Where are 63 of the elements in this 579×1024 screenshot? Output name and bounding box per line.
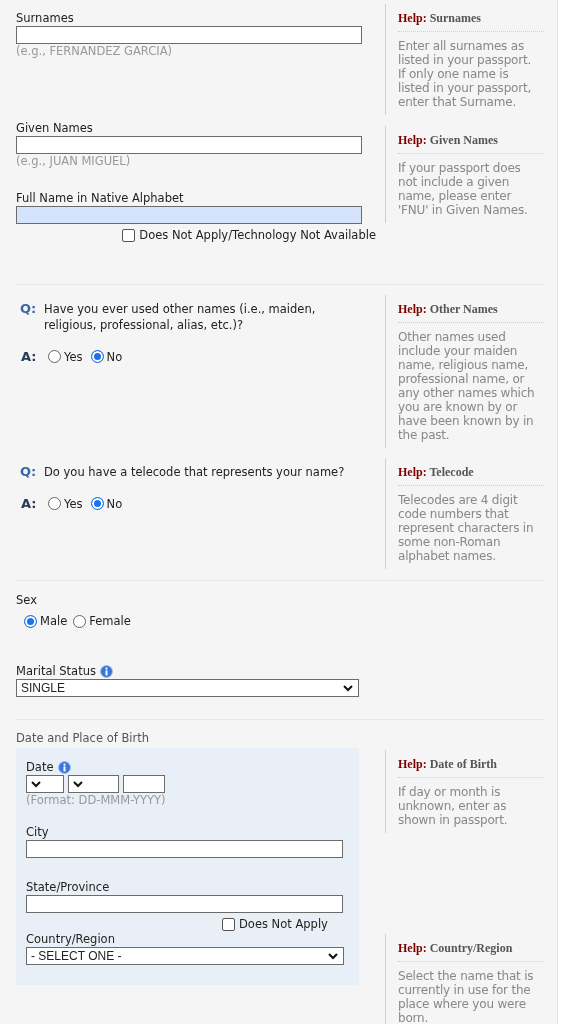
checkbox[interactable] bbox=[122, 229, 136, 242]
field-label: Country/Region bbox=[26, 932, 116, 947]
radio-label: No bbox=[106, 349, 123, 364]
radio-button[interactable] bbox=[48, 350, 61, 363]
field-label: Given Names bbox=[16, 121, 94, 136]
input-field[interactable] bbox=[123, 775, 165, 793]
question-text: Have you ever used other names (i.e., maiden, religious, professional, alias, etc.)? bbox=[44, 301, 317, 333]
input-field[interactable] bbox=[16, 26, 362, 44]
help-text: If day or month is unknown, enter as shown in passport. bbox=[398, 785, 509, 827]
hint-text: (e.g., FERNANDEZ GARCIA) bbox=[16, 44, 174, 58]
help-text: If your passport does not include a given name, please enter 'FNU' in Given Names. bbox=[398, 161, 529, 217]
field-label: Sex bbox=[16, 593, 38, 608]
help-text: Enter all surnames as listed in your passport. If only one name is listed in your passport, enter that Surname. bbox=[398, 39, 533, 109]
field-label: City bbox=[26, 825, 50, 840]
help-heading: Help: Other Names bbox=[398, 302, 544, 323]
help-text: Select the name that is currently in use for the place where you were born. bbox=[398, 969, 535, 1024]
radio-label: Yes bbox=[64, 496, 83, 511]
hint-text: (e.g., JUAN MIGUEL) bbox=[16, 154, 132, 168]
radio-label: Yes bbox=[64, 349, 83, 364]
radio-label: No bbox=[106, 496, 123, 511]
field-label: Surnames bbox=[16, 11, 75, 26]
info-icon[interactable] bbox=[99, 665, 113, 678]
question-text: Do you have a telecode that represents your name? bbox=[44, 464, 346, 480]
dropdown[interactable]: - SELECT ONE - bbox=[26, 947, 344, 965]
caret-icon bbox=[343, 684, 353, 692]
field-label: Date bbox=[26, 760, 54, 775]
radio-label: Female bbox=[89, 614, 131, 628]
dropdown[interactable] bbox=[26, 775, 64, 793]
caret-icon bbox=[328, 952, 338, 960]
field-label: Marital Status bbox=[16, 664, 96, 679]
caret-icon bbox=[31, 780, 41, 788]
radio-button[interactable] bbox=[24, 614, 37, 628]
info-icon[interactable] bbox=[57, 761, 71, 774]
caret-icon bbox=[73, 780, 83, 788]
checkbox-label: Does Not Apply/Technology Not Available bbox=[139, 228, 376, 243]
input-field[interactable] bbox=[26, 840, 343, 858]
section-heading: Date and Place of Birth bbox=[16, 731, 150, 746]
checkbox-label: Does Not Apply bbox=[239, 917, 328, 932]
dropdown[interactable]: SINGLE bbox=[16, 679, 359, 697]
help-heading: Help: Telecode bbox=[398, 465, 544, 486]
hint-text: (Format: DD-MMM-YYYY) bbox=[26, 793, 167, 807]
dropdown[interactable] bbox=[68, 775, 119, 793]
radio-button[interactable] bbox=[90, 497, 104, 510]
radio-button[interactable] bbox=[90, 350, 104, 363]
question-mark: Q: bbox=[19, 464, 38, 480]
field-label: State/Province bbox=[26, 880, 111, 895]
question-mark: Q: bbox=[19, 301, 38, 318]
input-field[interactable] bbox=[26, 895, 343, 913]
radio-label: Male bbox=[40, 614, 68, 628]
help-heading: Help: Date of Birth bbox=[398, 757, 544, 778]
input-field[interactable] bbox=[16, 206, 362, 224]
help-heading: Help: Country/Region bbox=[398, 941, 544, 962]
radio-button[interactable] bbox=[73, 614, 87, 628]
answer-mark: A: bbox=[20, 349, 38, 364]
answer-mark: A: bbox=[20, 496, 38, 511]
field-label: Full Name in Native Alphabet bbox=[16, 191, 185, 206]
input-field[interactable] bbox=[16, 136, 362, 154]
help-heading: Help: Surnames bbox=[398, 11, 544, 32]
help-text: Other names used include your maiden name, religious name, professional name, or any other names which you are known by or have been known by in the past. bbox=[398, 330, 536, 442]
help-heading: Help: Given Names bbox=[398, 133, 544, 154]
help-text: Telecodes are 4 digit code numbers that represent characters in some non-Roman alphabet names. bbox=[398, 493, 535, 563]
radio-button[interactable] bbox=[48, 497, 61, 510]
checkbox[interactable] bbox=[222, 918, 235, 931]
